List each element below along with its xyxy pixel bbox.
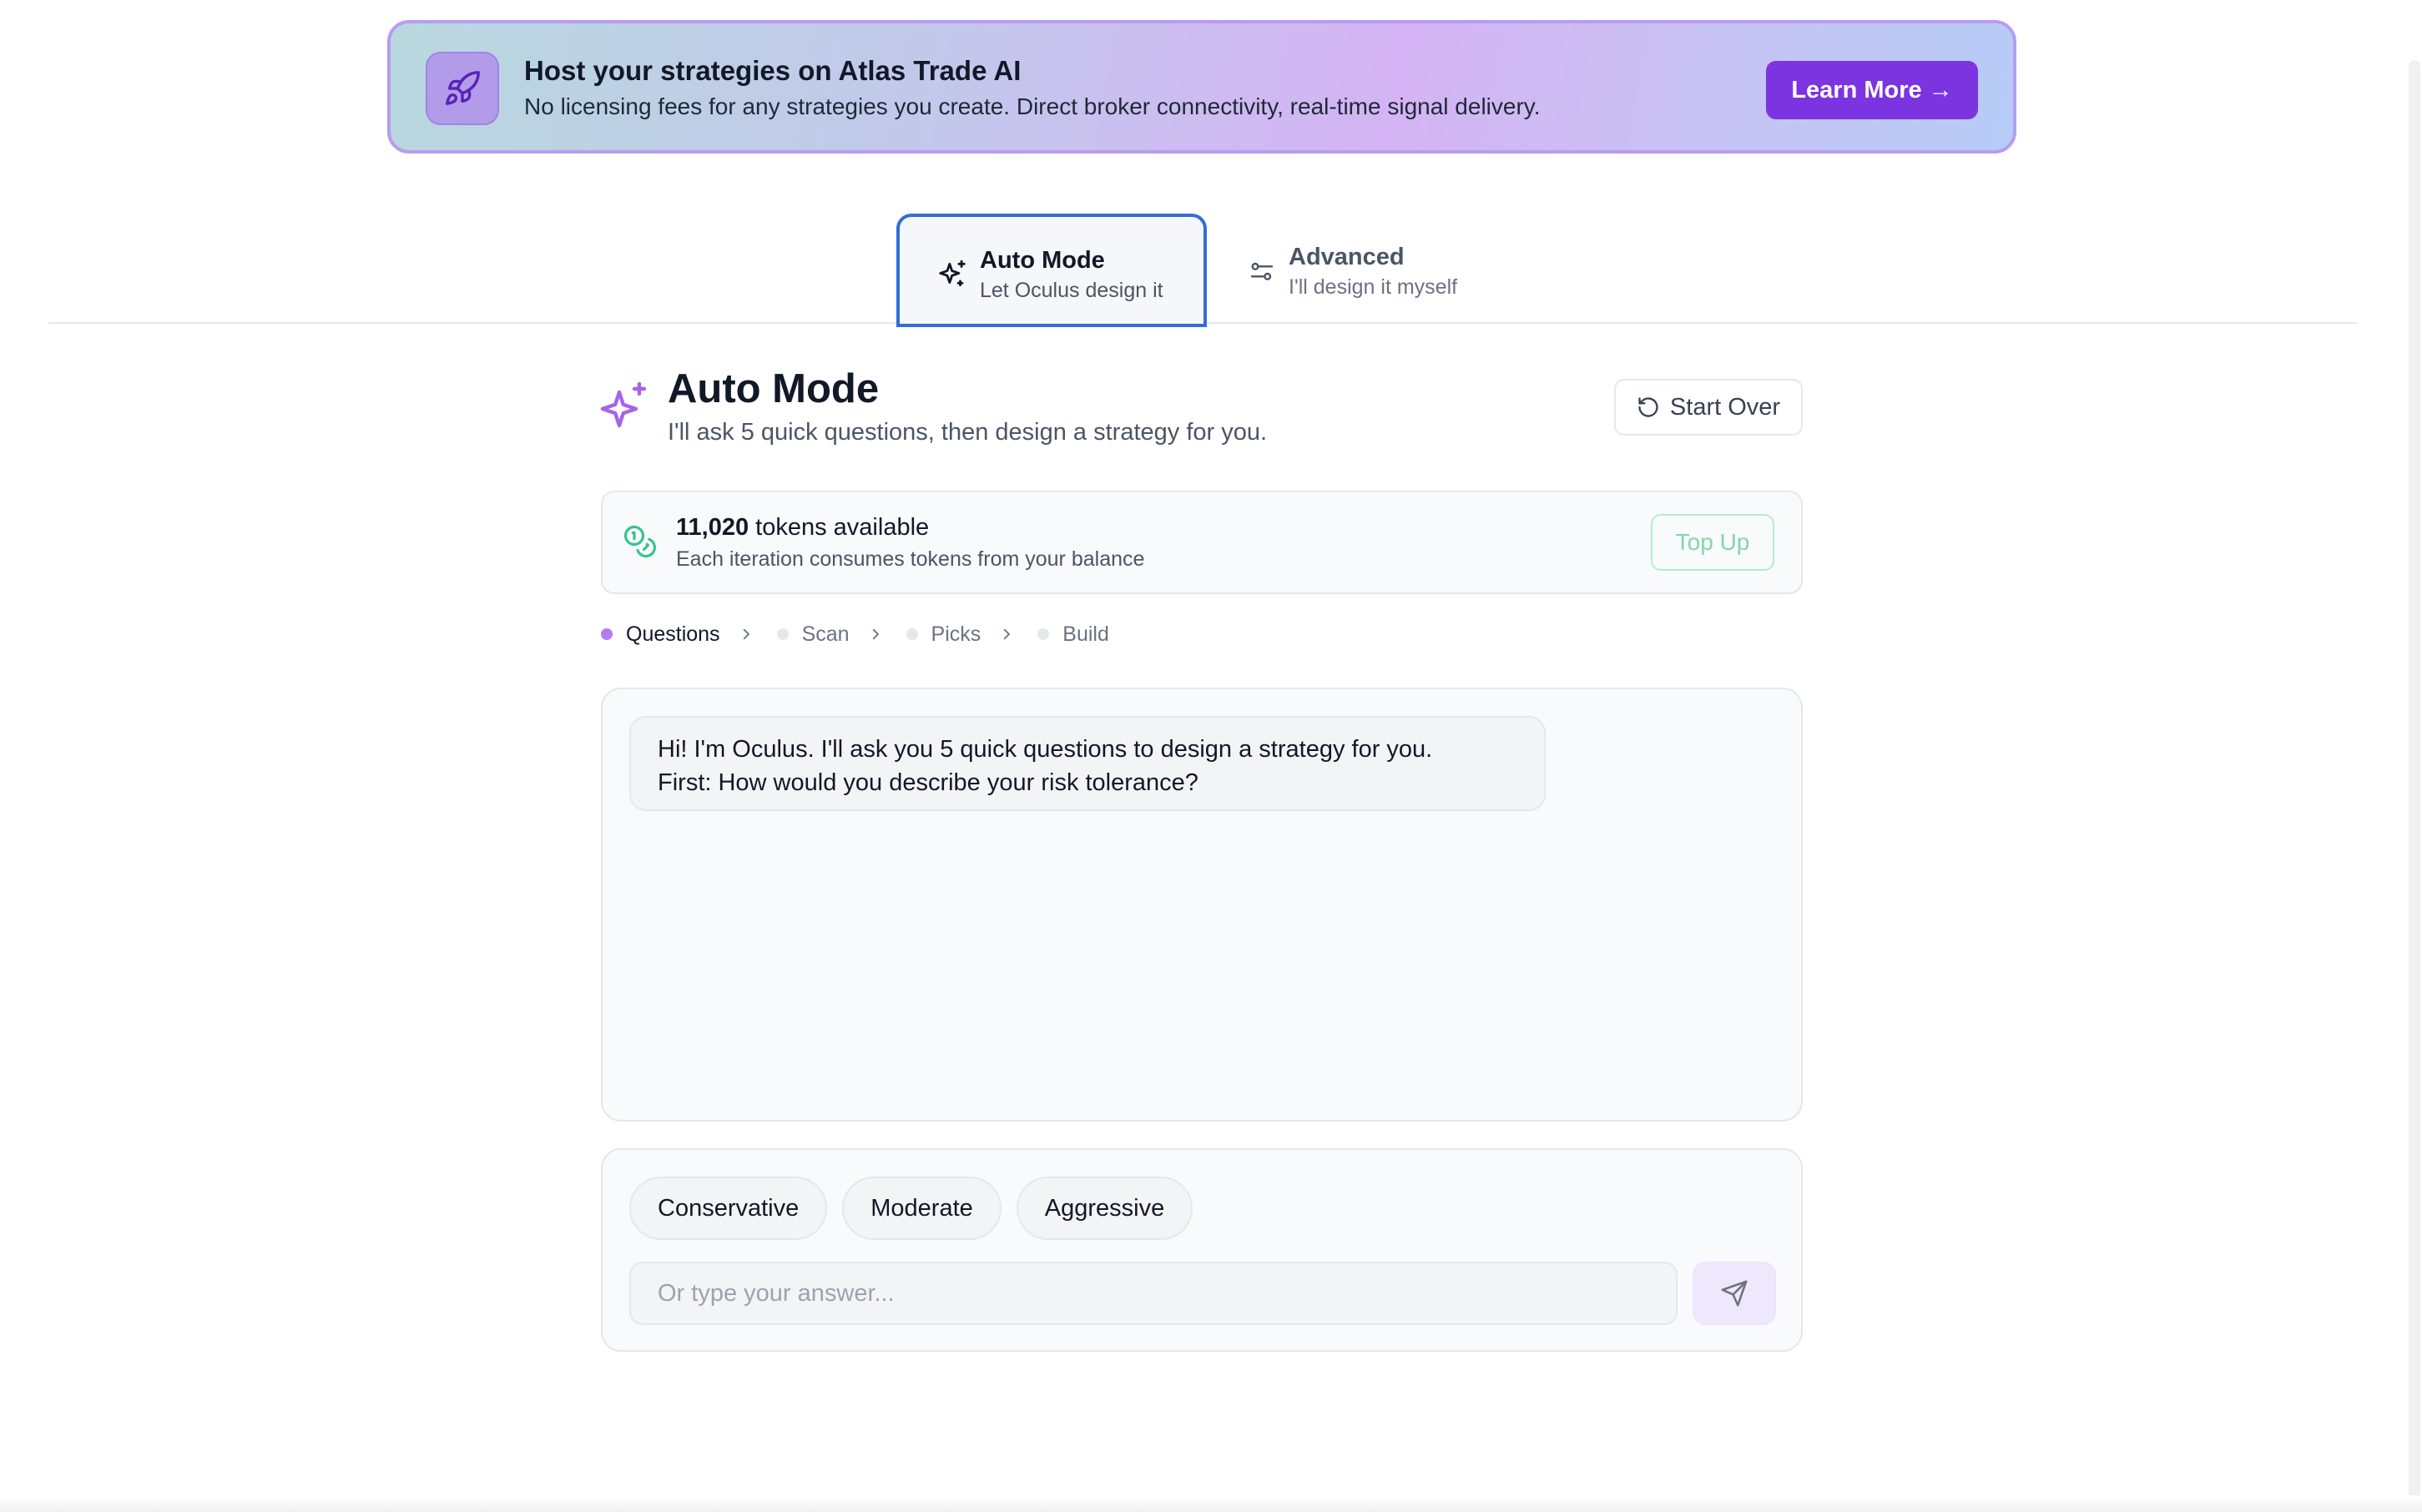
tab-advanced-title: Advanced [1289, 244, 1405, 270]
chevron-right-icon [872, 628, 879, 640]
chat-panel[interactable]: Hi! I'm Oculus. I'll ask you 5 quick que… [601, 688, 1803, 1121]
token-count: 11,020 [676, 514, 749, 541]
refresh-icon [1638, 397, 1658, 417]
coins-icon [623, 525, 656, 558]
banner-description: No licensing fees for any strategies you… [524, 93, 1541, 119]
step-dot [776, 628, 789, 640]
send-button[interactable] [1693, 1262, 1776, 1325]
message-line: First: How would you describe your risk … [658, 769, 1198, 796]
step-dot [601, 628, 613, 640]
step-picks: Picks [906, 622, 981, 647]
bottom-edge [0, 1495, 2422, 1512]
banner-title: Host your strategies on Atlas Trade AI [524, 55, 1022, 86]
step-build: Build [1037, 622, 1109, 647]
assistant-message: Hi! I'm Oculus. I'll ask you 5 quick que… [629, 716, 1546, 811]
page: Host your strategies on Atlas Trade AI N… [0, 0, 2422, 1512]
scrollbar[interactable] [2407, 0, 2422, 1512]
sparkle-icon [939, 260, 966, 287]
step-label: Questions [626, 622, 720, 646]
sliders-icon [1250, 262, 1274, 280]
learn-more-button[interactable]: Learn More → [1766, 61, 1978, 119]
start-over-label: Start Over [1669, 393, 1781, 421]
page-subtitle: I'll ask 5 quick questions, then design … [668, 419, 1268, 446]
rocket-icon [426, 52, 499, 125]
option-conservative[interactable]: Conservative [629, 1177, 828, 1240]
step-scan: Scan [776, 622, 850, 647]
step-label: Picks [931, 622, 981, 646]
tokens-card: 11,020 tokens available Each iteration c… [601, 491, 1803, 594]
scrollbar-thumb[interactable] [2409, 60, 2420, 1512]
option-aggressive[interactable]: Aggressive [1016, 1177, 1193, 1240]
tokens-subtext: Each iteration consumes tokens from your… [676, 547, 1145, 571]
start-over-button[interactable]: Start Over [1614, 379, 1803, 436]
answer-input[interactable] [629, 1262, 1678, 1325]
page-title: Auto Mode [668, 366, 880, 411]
message-line: Hi! I'm Oculus. I'll ask you 5 quick que… [658, 736, 1433, 763]
sparkle-icon [600, 381, 647, 428]
answer-panel: Conservative Moderate Aggressive [601, 1148, 1803, 1352]
progress-steps: Questions Scan Picks Build [601, 619, 1109, 649]
chevron-right-icon [743, 628, 749, 640]
option-moderate[interactable]: Moderate [842, 1177, 1002, 1240]
step-dot [1037, 628, 1050, 640]
promo-banner: Host your strategies on Atlas Trade AI N… [387, 20, 2016, 154]
answer-options: Conservative Moderate Aggressive [629, 1177, 1193, 1240]
step-label: Scan [801, 622, 850, 646]
step-label: Build [1062, 622, 1109, 646]
tokens-available: 11,020 tokens available [676, 514, 929, 542]
send-icon [1721, 1280, 1748, 1307]
tab-auto-mode-title: Auto Mode [980, 247, 1105, 274]
tokens-label: tokens available [755, 514, 930, 541]
tab-advanced-subtitle: I'll design it myself [1289, 275, 1458, 299]
chevron-right-icon [1004, 628, 1011, 640]
tab-auto-mode-subtitle: Let Oculus design it [980, 279, 1163, 302]
step-dot [906, 628, 918, 640]
step-questions: Questions [601, 622, 720, 647]
top-up-button[interactable]: Top Up [1651, 514, 1774, 571]
tab-advanced[interactable]: Advanced I'll design it myself [1235, 214, 1511, 327]
tab-auto-mode[interactable]: Auto Mode Let Oculus design it [896, 214, 1207, 327]
